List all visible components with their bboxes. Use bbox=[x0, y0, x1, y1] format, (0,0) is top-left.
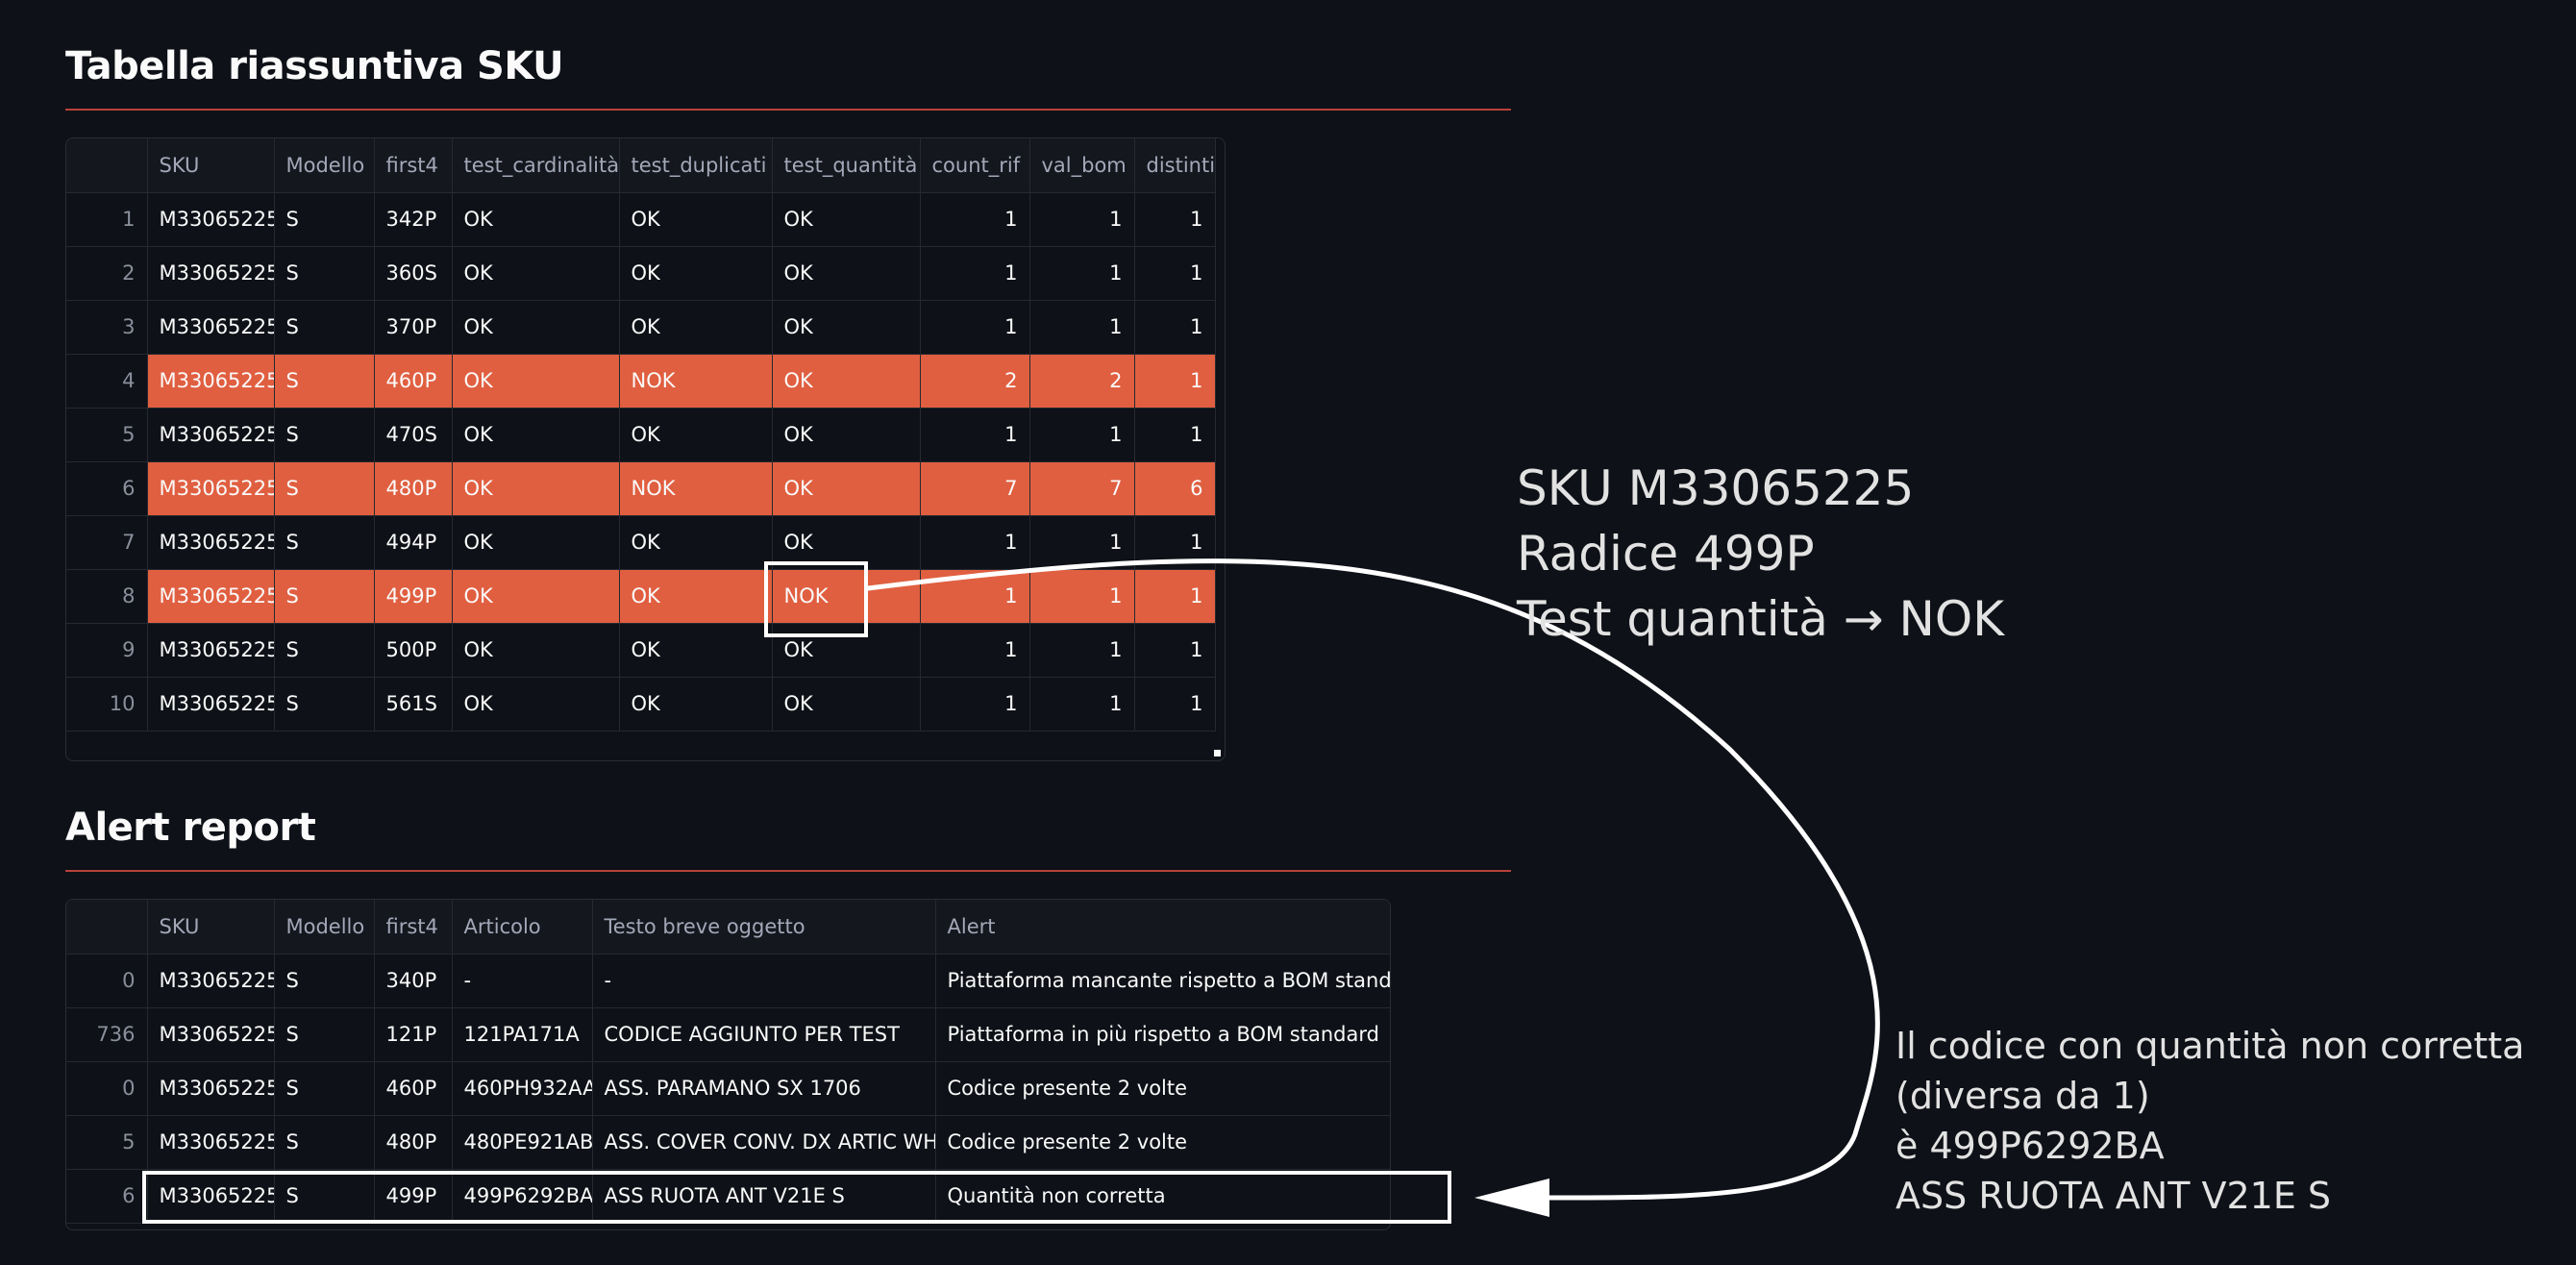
annotation-nok-summary: SKU M33065225 Radice 499P Test quantità … bbox=[1517, 460, 2005, 647]
annotation-wrong-quantity-detail: Il codice con quantità non corretta (div… bbox=[1895, 1025, 2525, 1217]
